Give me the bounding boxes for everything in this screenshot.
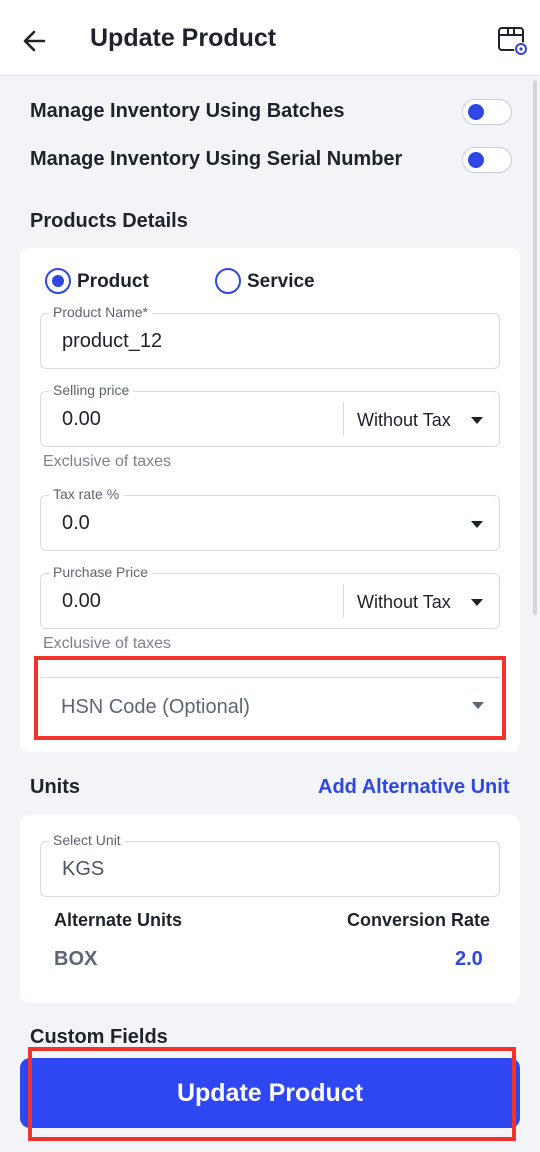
toggle-knob bbox=[468, 104, 484, 120]
page-title: Update Product bbox=[90, 24, 277, 52]
service-radio[interactable] bbox=[215, 268, 241, 294]
selling-price-hint: Exclusive of taxes bbox=[43, 453, 172, 470]
select-unit-label: Select Unit bbox=[49, 832, 125, 848]
field-divider bbox=[343, 584, 344, 618]
tax-rate-value[interactable]: 0.0 bbox=[62, 512, 90, 535]
units-title: Units bbox=[30, 776, 80, 798]
tax-rate-field[interactable]: Tax rate % 0.0 bbox=[40, 486, 500, 551]
purchase-price-field[interactable]: Purchase Price 0.00 Without Tax bbox=[40, 564, 500, 629]
products-details-title: Products Details bbox=[30, 210, 188, 232]
purchase-price-value[interactable]: 0.00 bbox=[62, 590, 101, 613]
service-radio-label[interactable]: Service bbox=[247, 271, 315, 293]
update-button-highlight-box bbox=[28, 1047, 516, 1141]
tax-rate-label: Tax rate % bbox=[49, 486, 124, 502]
product-name-label: Product Name* bbox=[49, 304, 152, 320]
product-name-field[interactable]: Product Name* product_12 bbox=[40, 304, 500, 369]
select-unit-value[interactable]: KGS bbox=[62, 858, 104, 881]
selling-price-field[interactable]: Selling price 0.00 Without Tax bbox=[40, 382, 500, 447]
purchase-price-hint: Exclusive of taxes bbox=[43, 635, 172, 652]
units-card: Select Unit KGS Alternate Units Conversi… bbox=[20, 815, 520, 1003]
purchase-price-label: Purchase Price bbox=[49, 564, 152, 580]
arrow-left-icon[interactable] bbox=[20, 26, 50, 56]
add-alternative-unit-link[interactable]: Add Alternative Unit bbox=[318, 776, 510, 799]
alternate-units-header: Alternate Units bbox=[54, 910, 183, 930]
serial-number-toggle[interactable] bbox=[462, 147, 512, 173]
product-radio-label[interactable]: Product bbox=[77, 271, 149, 293]
field-divider bbox=[343, 402, 344, 436]
caret-down-icon[interactable] bbox=[471, 599, 483, 606]
caret-down-icon[interactable] bbox=[471, 521, 483, 528]
alternate-unit-value: BOX bbox=[54, 948, 98, 970]
box-settings-icon[interactable] bbox=[496, 24, 530, 58]
select-unit-field[interactable]: Select Unit KGS bbox=[40, 832, 500, 897]
conversion-rate-value: 2.0 bbox=[455, 948, 483, 970]
purchase-price-tax-select[interactable]: Without Tax bbox=[357, 592, 451, 613]
product-name-value[interactable]: product_12 bbox=[62, 330, 162, 353]
hsn-highlight-box bbox=[34, 656, 506, 740]
batches-toggle[interactable] bbox=[462, 99, 512, 125]
batches-label: Manage Inventory Using Batches bbox=[30, 100, 345, 122]
product-radio[interactable] bbox=[45, 268, 71, 294]
conversion-rate-header: Conversion Rate bbox=[347, 910, 491, 930]
selling-price-value[interactable]: 0.00 bbox=[62, 408, 101, 431]
scrollbar[interactable] bbox=[533, 80, 537, 615]
app-header: Update Product bbox=[0, 0, 540, 76]
selling-price-label: Selling price bbox=[49, 382, 134, 398]
caret-down-icon[interactable] bbox=[471, 417, 483, 424]
selling-price-tax-select[interactable]: Without Tax bbox=[357, 410, 451, 431]
custom-fields-title: Custom Fields bbox=[30, 1026, 168, 1048]
serial-number-label: Manage Inventory Using Serial Number bbox=[30, 148, 403, 170]
toggle-knob bbox=[468, 152, 484, 168]
